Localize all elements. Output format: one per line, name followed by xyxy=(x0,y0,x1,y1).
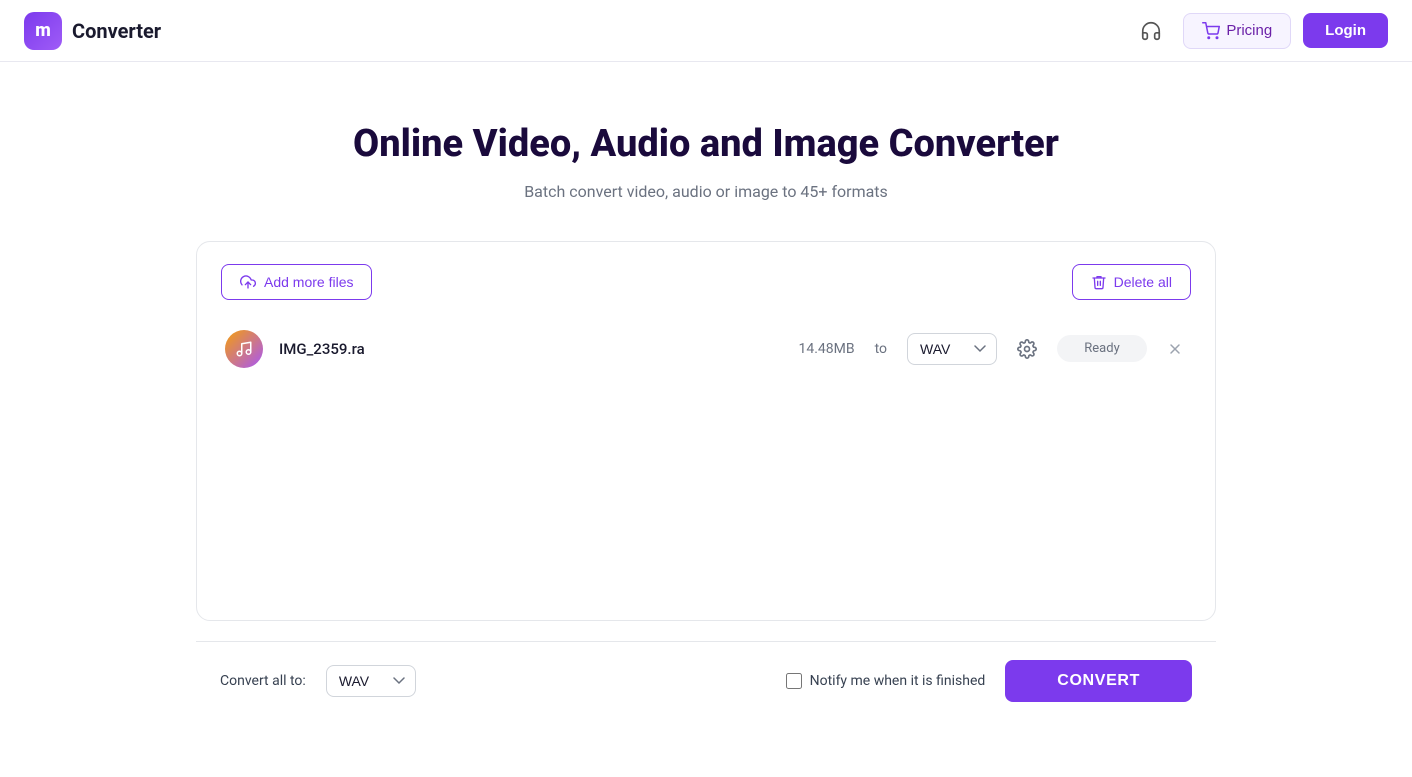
file-size: 14.48MB xyxy=(775,341,855,357)
page-title: Online Video, Audio and Image Converter xyxy=(196,122,1216,168)
file-name: IMG_2359.ra xyxy=(279,340,759,358)
close-icon xyxy=(1167,341,1183,357)
convert-all-select[interactable]: WAV MP3 AAC OGG FLAC M4A WMA xyxy=(326,665,416,697)
format-select[interactable]: WAV MP3 AAC OGG FLAC M4A WMA xyxy=(907,333,997,365)
header-actions: Pricing Login xyxy=(1131,11,1388,51)
panel-toolbar: Add more files Delete all xyxy=(221,264,1191,300)
convert-all-label: Convert all to: xyxy=(220,673,306,689)
file-row: IMG_2359.ra 14.48MB to WAV MP3 AAC OGG F… xyxy=(221,320,1191,378)
trash-icon xyxy=(1091,274,1107,290)
pricing-button[interactable]: Pricing xyxy=(1183,13,1291,49)
notify-label: Notify me when it is finished xyxy=(810,673,986,689)
app-name: Converter xyxy=(72,19,161,43)
page-subtitle: Batch convert video, audio or image to 4… xyxy=(196,182,1216,201)
music-icon xyxy=(235,340,253,358)
remove-file-button[interactable] xyxy=(1163,337,1187,361)
notify-wrap: Notify me when it is finished xyxy=(786,673,986,689)
pricing-label: Pricing xyxy=(1226,22,1272,39)
delete-all-button[interactable]: Delete all xyxy=(1072,264,1191,300)
logo-icon: m xyxy=(24,12,62,50)
gear-icon xyxy=(1017,339,1037,359)
support-button[interactable] xyxy=(1131,11,1171,51)
brand: m Converter xyxy=(24,12,161,50)
file-settings-button[interactable] xyxy=(1013,335,1041,363)
status-badge: Ready xyxy=(1057,335,1147,362)
file-panel: Add more files Delete all IMG_235 xyxy=(196,241,1216,621)
notify-checkbox[interactable] xyxy=(786,673,802,689)
file-type-icon xyxy=(225,330,263,368)
convert-button[interactable]: CONVERT xyxy=(1005,660,1192,702)
main-content: Online Video, Audio and Image Converter … xyxy=(176,62,1236,740)
headset-icon xyxy=(1140,20,1162,42)
header: m Converter Pricing Login xyxy=(0,0,1412,62)
footer-bar: Convert all to: WAV MP3 AAC OGG FLAC M4A… xyxy=(196,641,1216,720)
to-label: to xyxy=(875,341,887,357)
add-files-button[interactable]: Add more files xyxy=(221,264,372,300)
upload-icon xyxy=(240,274,256,290)
login-button[interactable]: Login xyxy=(1303,13,1388,48)
cart-icon xyxy=(1202,22,1220,40)
